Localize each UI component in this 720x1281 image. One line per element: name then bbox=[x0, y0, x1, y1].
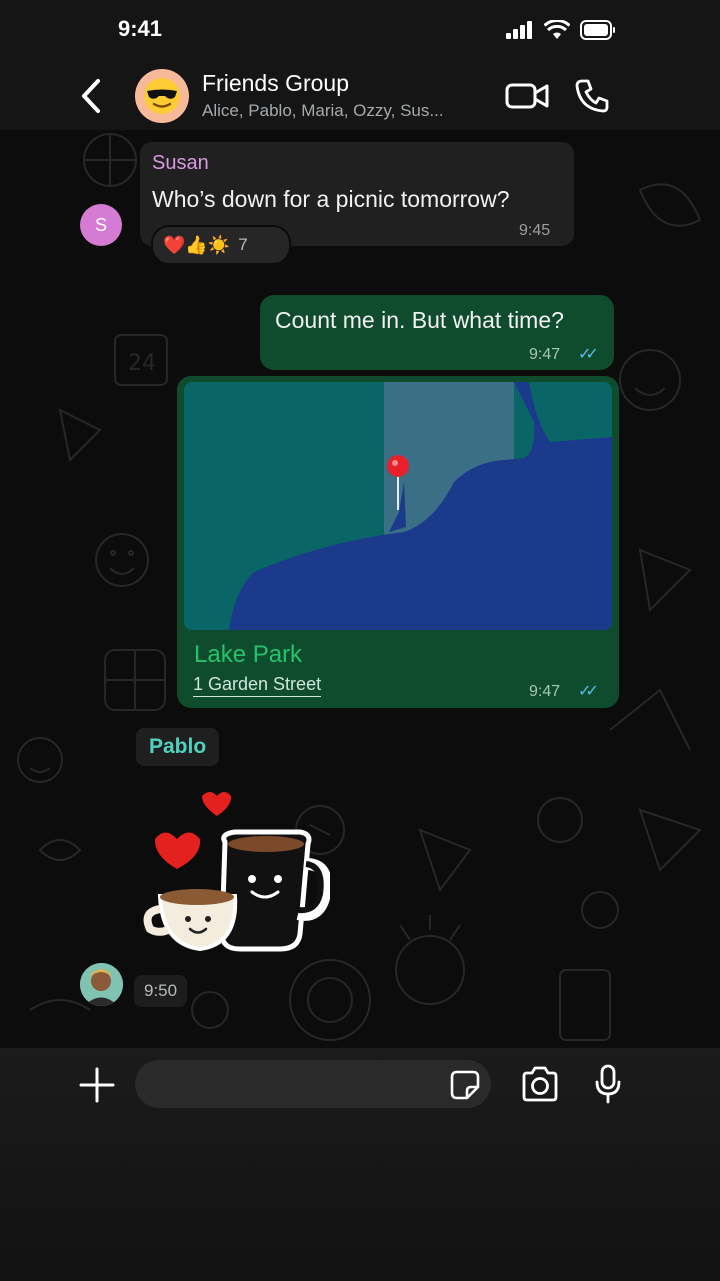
microphone-icon[interactable] bbox=[594, 1064, 622, 1104]
avatar[interactable] bbox=[80, 963, 123, 1006]
location-address[interactable]: 1 Garden Street bbox=[193, 674, 322, 697]
sunglasses-emoji-icon bbox=[144, 78, 180, 114]
message-text: Count me in. But what time? bbox=[275, 307, 564, 333]
signal-icon bbox=[506, 21, 532, 39]
status-bar: 9:41 bbox=[0, 0, 720, 60]
map-preview[interactable] bbox=[184, 382, 612, 630]
message-time: 9:45 bbox=[519, 222, 551, 239]
sticker-icon[interactable] bbox=[449, 1069, 481, 1101]
location-pin-icon bbox=[387, 455, 409, 510]
chat-members[interactable]: Alice, Pablo, Maria, Ozzy, Sus... bbox=[202, 101, 482, 121]
back-chevron-icon[interactable] bbox=[76, 78, 106, 114]
message-time: 9:47 bbox=[529, 346, 561, 363]
message-composer bbox=[0, 1048, 720, 1281]
reaction-count: 7 bbox=[238, 235, 248, 254]
battery-icon bbox=[580, 20, 615, 40]
sender-name[interactable]: Pablo bbox=[136, 728, 220, 766]
video-call-icon[interactable] bbox=[504, 80, 550, 112]
location-name[interactable]: Lake Park bbox=[194, 641, 302, 669]
svg-text:24: 24 bbox=[128, 351, 156, 376]
coffee-mugs-sticker[interactable] bbox=[140, 784, 330, 954]
reactions-pill[interactable]: ❤️👍☀️ 7 bbox=[151, 225, 291, 265]
reaction-emojis: ❤️👍☀️ bbox=[163, 234, 231, 255]
status-time: 9:41 bbox=[118, 16, 163, 41]
group-avatar[interactable] bbox=[135, 69, 189, 123]
camera-icon[interactable] bbox=[520, 1066, 560, 1102]
status-icons bbox=[506, 20, 616, 40]
plus-icon[interactable] bbox=[78, 1066, 116, 1104]
message-input[interactable] bbox=[135, 1060, 491, 1108]
sender-name[interactable]: Susan bbox=[152, 152, 209, 175]
message-time: 9:47 bbox=[529, 683, 561, 700]
message-text: Who’s down for a picnic tomorrow? bbox=[152, 186, 510, 212]
read-receipt-icon: ✓✓ bbox=[578, 346, 599, 363]
chat-header: Friends Group Alice, Pablo, Maria, Ozzy,… bbox=[0, 60, 720, 132]
message-time: 9:50 bbox=[134, 975, 188, 1007]
phone-icon[interactable] bbox=[574, 78, 610, 114]
read-receipt-icon: ✓✓ bbox=[578, 683, 599, 700]
wifi-icon bbox=[544, 20, 570, 39]
chat-title[interactable]: Friends Group bbox=[202, 70, 349, 97]
pablo-avatar-image bbox=[80, 963, 123, 1006]
avatar[interactable]: S bbox=[80, 204, 122, 246]
